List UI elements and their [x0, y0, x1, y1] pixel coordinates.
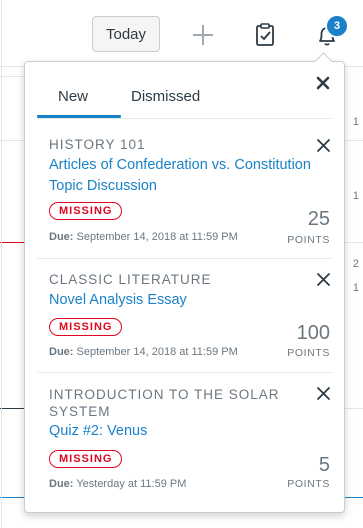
course-name: HISTORY 101: [49, 137, 146, 152]
assignment-link[interactable]: Articles of Confederation vs. Constituti…: [49, 155, 311, 197]
calendar-column-divider: [1, 0, 2, 528]
calendar-gridline: [345, 140, 363, 141]
calendar-gridline: [0, 140, 24, 141]
tabs-divider: [37, 118, 332, 119]
calendar-gridline: [0, 408, 24, 409]
points-value: 5: [318, 454, 330, 476]
status-badge: MISSING: [49, 450, 123, 468]
dismiss-close-icon[interactable]: [317, 387, 330, 400]
due-value: Yesterday at 11:59 PM: [76, 478, 187, 490]
plus-icon[interactable]: [190, 22, 216, 48]
calendar-gridline: [0, 497, 24, 498]
due-value: September 14, 2018 at 11:59 PM: [76, 346, 238, 358]
points-value: 25: [307, 208, 330, 230]
notification-count-badge: 3: [325, 14, 349, 38]
calendar-day-number: 1: [352, 190, 359, 202]
calendar-gridline: [0, 76, 24, 77]
points-value: 100: [296, 322, 330, 344]
calendar-gridline: [345, 497, 363, 498]
tab-dismissed[interactable]: Dismissed: [131, 88, 200, 105]
close-icon[interactable]: [316, 76, 330, 90]
due-label: Due:: [49, 346, 74, 358]
points-label: POINTS: [287, 234, 330, 246]
calendar-day-number: 1: [352, 116, 359, 128]
calendar-day-number: 1: [352, 282, 359, 294]
dismiss-close-icon[interactable]: [317, 273, 330, 286]
due-date: Due: September 14, 2018 at 11:59 PM: [49, 231, 238, 243]
today-button[interactable]: Today: [92, 16, 160, 52]
course-name: INTRODUCTION TO THE SOLAR SYSTEM: [49, 387, 280, 419]
tab-new[interactable]: New: [58, 88, 88, 105]
notification-item: HISTORY 101 Articles of Confederation vs…: [49, 136, 332, 250]
assignment-link[interactable]: Quiz #2: Venus: [49, 421, 311, 442]
due-date: Due: September 14, 2018 at 11:59 PM: [49, 346, 238, 358]
due-value: September 14, 2018 at 11:59 PM: [76, 231, 238, 243]
item-divider: [37, 258, 332, 259]
calendar-toolbar: Today 3: [0, 0, 363, 66]
calendar-gridline: [345, 408, 363, 409]
points-label: POINTS: [287, 347, 330, 359]
assignment-link[interactable]: Novel Analysis Essay: [49, 290, 311, 311]
clipboard-check-icon[interactable]: [252, 21, 278, 49]
due-label: Due:: [49, 231, 74, 243]
dismiss-close-icon[interactable]: [317, 139, 330, 152]
points-label: POINTS: [287, 478, 330, 490]
due-label: Due:: [49, 478, 74, 490]
calendar-gridline: [345, 242, 363, 243]
status-badge: MISSING: [49, 318, 123, 336]
status-badge: MISSING: [49, 202, 123, 220]
due-date: Due: Yesterday at 11:59 PM: [49, 478, 186, 490]
calendar-day-number: 2: [352, 258, 359, 270]
course-name: CLASSIC LITERATURE: [49, 272, 212, 287]
notifications-popover: New Dismissed HISTORY 101 Articles of Co…: [24, 61, 345, 513]
item-divider: [37, 372, 332, 373]
calendar-gridline: [0, 242, 24, 243]
